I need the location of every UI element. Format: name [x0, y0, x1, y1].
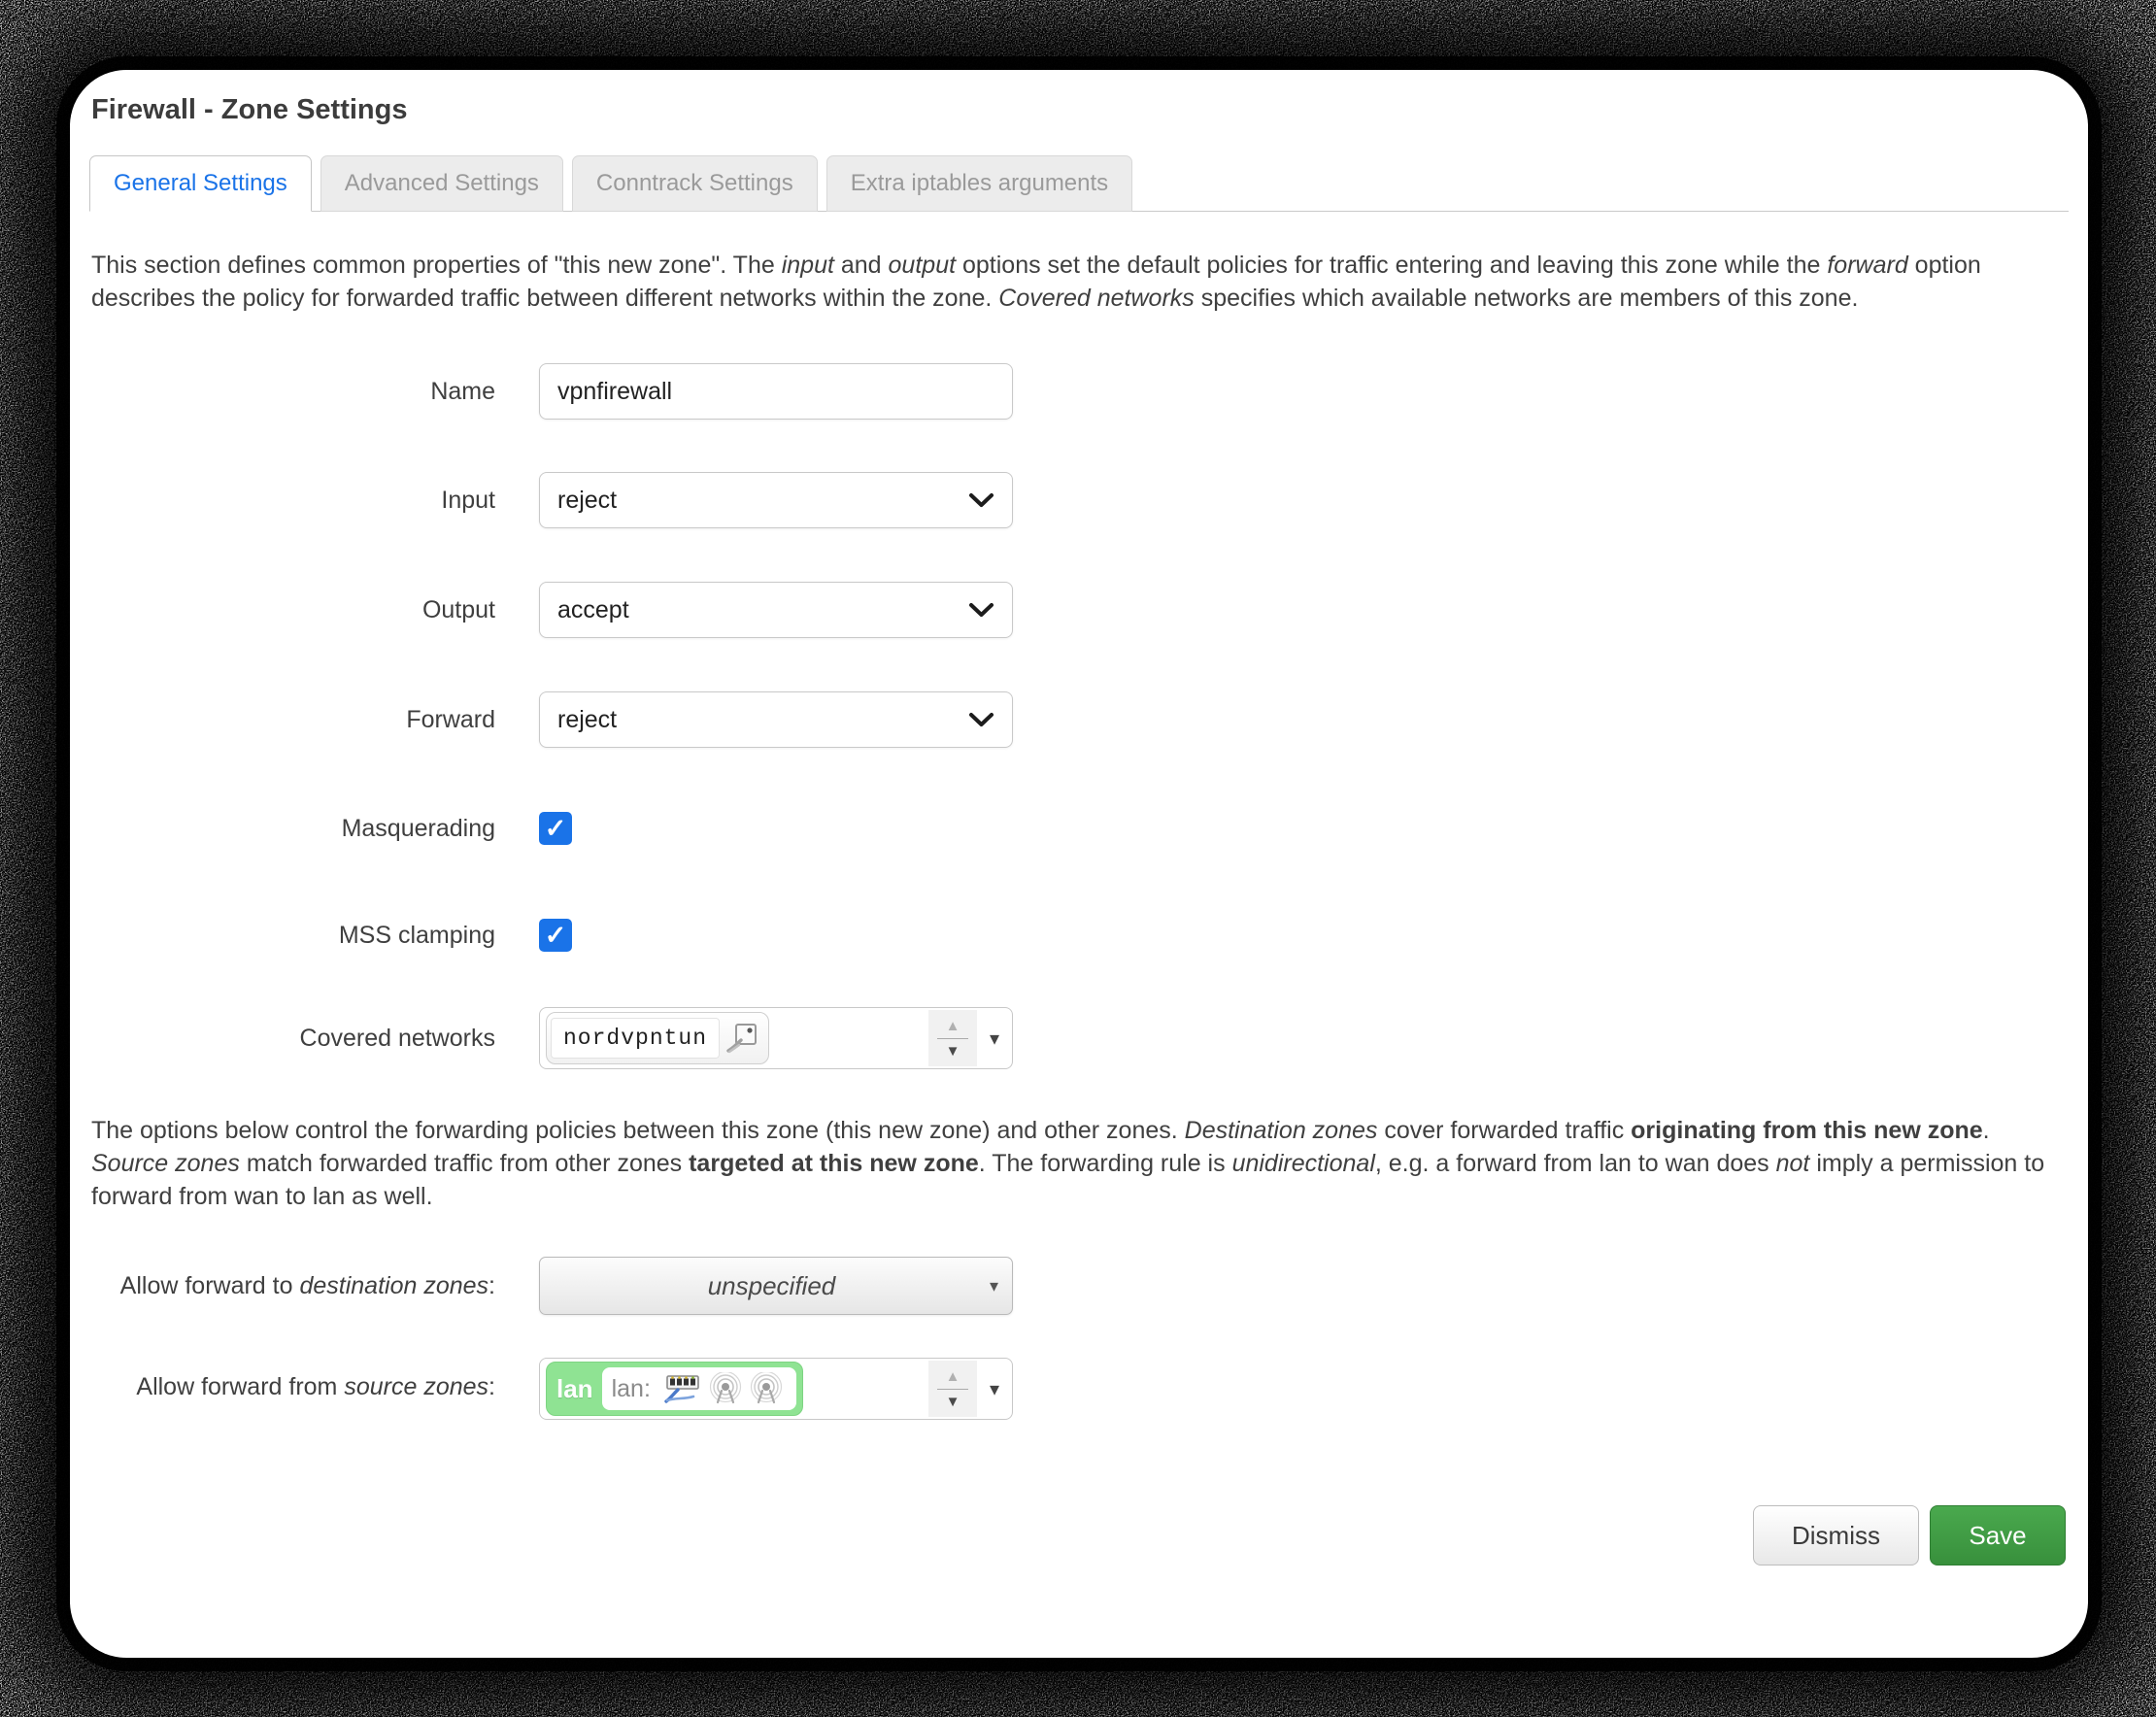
forwarding-text: .: [1983, 1117, 1990, 1144]
form-row-covered-networks: Covered networks nordvpntun ▲: [89, 1007, 2069, 1069]
covered-networks-tokens: nordvpntun: [540, 1008, 928, 1068]
zone-token-detail: lan:: [602, 1367, 796, 1410]
form-row-forward: Forward reject: [89, 691, 2069, 748]
zone-name-input[interactable]: [539, 363, 1013, 420]
intro-text: options set the default policies for tra…: [956, 252, 1827, 279]
intro-text: specifies which available networks are m…: [1195, 285, 1859, 312]
intro-text: and: [834, 252, 889, 279]
forwarding-text: cover forwarded traffic: [1377, 1117, 1631, 1144]
page-title: Firewall - Zone Settings: [91, 93, 2069, 126]
forward-policy-select[interactable]: reject: [539, 691, 1013, 748]
forwarding-text: , e.g. a forward from lan to wan does: [1375, 1150, 1776, 1177]
network-token-text: nordvpntun: [551, 1018, 720, 1059]
spinner-divider: [937, 1038, 968, 1039]
intro-text: forward: [1827, 252, 1907, 279]
tab-general-settings[interactable]: General Settings: [89, 155, 312, 212]
forward-to-label-text: Allow forward to: [120, 1272, 300, 1299]
tunnel-interface-icon: [725, 1022, 758, 1055]
spinner-up-icon[interactable]: ▲: [946, 1369, 960, 1384]
check-icon: ✓: [545, 814, 567, 844]
tab-bar: General Settings Advanced Settings Connt…: [89, 155, 2069, 212]
form-row-forward-from: Allow forward from source zones: lan lan…: [89, 1358, 2069, 1420]
forward-from-combobox: lan lan:: [539, 1358, 1013, 1420]
form-row-name: Name: [89, 363, 2069, 420]
input-policy-label: Input: [89, 481, 539, 520]
forward-to-label-suffix: :: [488, 1272, 495, 1299]
save-button[interactable]: Save: [1930, 1505, 2066, 1566]
masquerading-checkbox[interactable]: ✓: [539, 812, 572, 845]
masquerading-label: Masquerading: [89, 809, 539, 848]
ethernet-switch-icon: [664, 1373, 701, 1404]
name-label: Name: [89, 372, 539, 411]
spinner-up-icon[interactable]: ▲: [946, 1019, 960, 1033]
dialog-footer: Dismiss Save: [89, 1505, 2069, 1566]
forward-from-tokens: lan lan:: [540, 1359, 928, 1419]
wireless-radio-icon: [750, 1372, 783, 1405]
forward-from-label: Allow forward from source zones:: [89, 1358, 539, 1406]
input-policy-value: reject: [557, 487, 617, 515]
zone-settings-dialog: Firewall - Zone Settings General Setting…: [70, 70, 2088, 1658]
forwarding-text: The options below control the forwarding…: [91, 1117, 1185, 1144]
mss-clamping-label: MSS clamping: [89, 916, 539, 955]
forwarding-text: . The forwarding rule is: [979, 1150, 1232, 1177]
form-row-mss-clamping: MSS clamping ✓: [89, 916, 2069, 955]
covered-networks-combobox: nordvpntun ▲ ▼ ▾: [539, 1007, 1013, 1069]
forward-from-dropdown-icon[interactable]: ▾: [977, 1359, 1012, 1419]
input-policy-select[interactable]: reject: [539, 472, 1013, 528]
forward-policy-label: Forward: [89, 700, 539, 739]
output-policy-select[interactable]: accept: [539, 582, 1013, 638]
form-row-input: Input reject: [89, 472, 2069, 528]
network-token-nordvpntun[interactable]: nordvpntun: [546, 1012, 769, 1064]
tab-extra-iptables-arguments[interactable]: Extra iptables arguments: [826, 155, 1132, 212]
forward-to-label-italic: destination zones: [299, 1272, 488, 1299]
zone-settings-form: Name Input reject Output accept Forward …: [89, 363, 2069, 1069]
intro-text: output: [889, 252, 957, 279]
chevron-down-icon: [968, 492, 994, 508]
form-row-output: Output accept: [89, 582, 2069, 638]
forwarding-text: unidirectional: [1232, 1150, 1375, 1177]
intro-text: Covered networks: [998, 285, 1194, 312]
zone-token-lan[interactable]: lan lan:: [546, 1362, 803, 1416]
intro-text: input: [782, 252, 834, 279]
spinner-down-icon[interactable]: ▼: [946, 1044, 960, 1059]
section-description: This section defines common properties o…: [91, 249, 2069, 315]
covered-networks-label: Covered networks: [89, 1019, 539, 1058]
intro-text: This section defines common properties o…: [91, 252, 782, 279]
forwarding-text: Destination zones: [1185, 1117, 1378, 1144]
form-row-masquerading: Masquerading ✓: [89, 809, 2069, 848]
forwarding-text: match forwarded traffic from other zones: [240, 1150, 689, 1177]
zone-detail-label: lan:: [612, 1375, 651, 1403]
form-row-forward-to: Allow forward to destination zones: unsp…: [89, 1257, 2069, 1315]
forwarding-description: The options below control the forwarding…: [91, 1114, 2069, 1213]
forwarding-text: not: [1776, 1150, 1810, 1177]
forward-from-spinner: ▲ ▼: [928, 1361, 977, 1417]
forward-to-label: Allow forward to destination zones:: [89, 1257, 539, 1305]
forward-policy-value: reject: [557, 706, 617, 734]
forwarding-text: Source zones: [91, 1150, 240, 1177]
dropdown-arrow-icon: ▾: [990, 1276, 998, 1296]
output-policy-label: Output: [89, 590, 539, 629]
wireless-radio-icon: [709, 1372, 742, 1405]
tab-advanced-settings[interactable]: Advanced Settings: [320, 155, 563, 212]
zone-token-name: lan: [556, 1374, 593, 1404]
chevron-down-icon: [968, 602, 994, 618]
forwarding-text: targeted at this new zone: [689, 1150, 979, 1177]
mss-clamping-checkbox[interactable]: ✓: [539, 919, 572, 952]
forward-from-label-suffix: :: [488, 1373, 495, 1400]
forwarding-form: Allow forward to destination zones: unsp…: [89, 1257, 2069, 1420]
covered-networks-dropdown-icon[interactable]: ▾: [977, 1008, 1012, 1068]
forward-from-label-text: Allow forward from: [136, 1373, 344, 1400]
output-policy-value: accept: [557, 596, 629, 624]
spinner-divider: [937, 1389, 968, 1390]
forwarding-text: originating from this new zone: [1631, 1117, 1983, 1144]
chevron-down-icon: [968, 712, 994, 727]
dismiss-button[interactable]: Dismiss: [1753, 1505, 1919, 1566]
check-icon: ✓: [545, 921, 567, 951]
spinner-down-icon[interactable]: ▼: [946, 1395, 960, 1409]
covered-networks-spinner: ▲ ▼: [928, 1010, 977, 1066]
forward-from-label-italic: source zones: [344, 1373, 488, 1400]
forward-to-value: unspecified: [554, 1271, 990, 1301]
tab-conntrack-settings[interactable]: Conntrack Settings: [572, 155, 818, 212]
forward-to-dropdown[interactable]: unspecified ▾: [539, 1257, 1013, 1315]
